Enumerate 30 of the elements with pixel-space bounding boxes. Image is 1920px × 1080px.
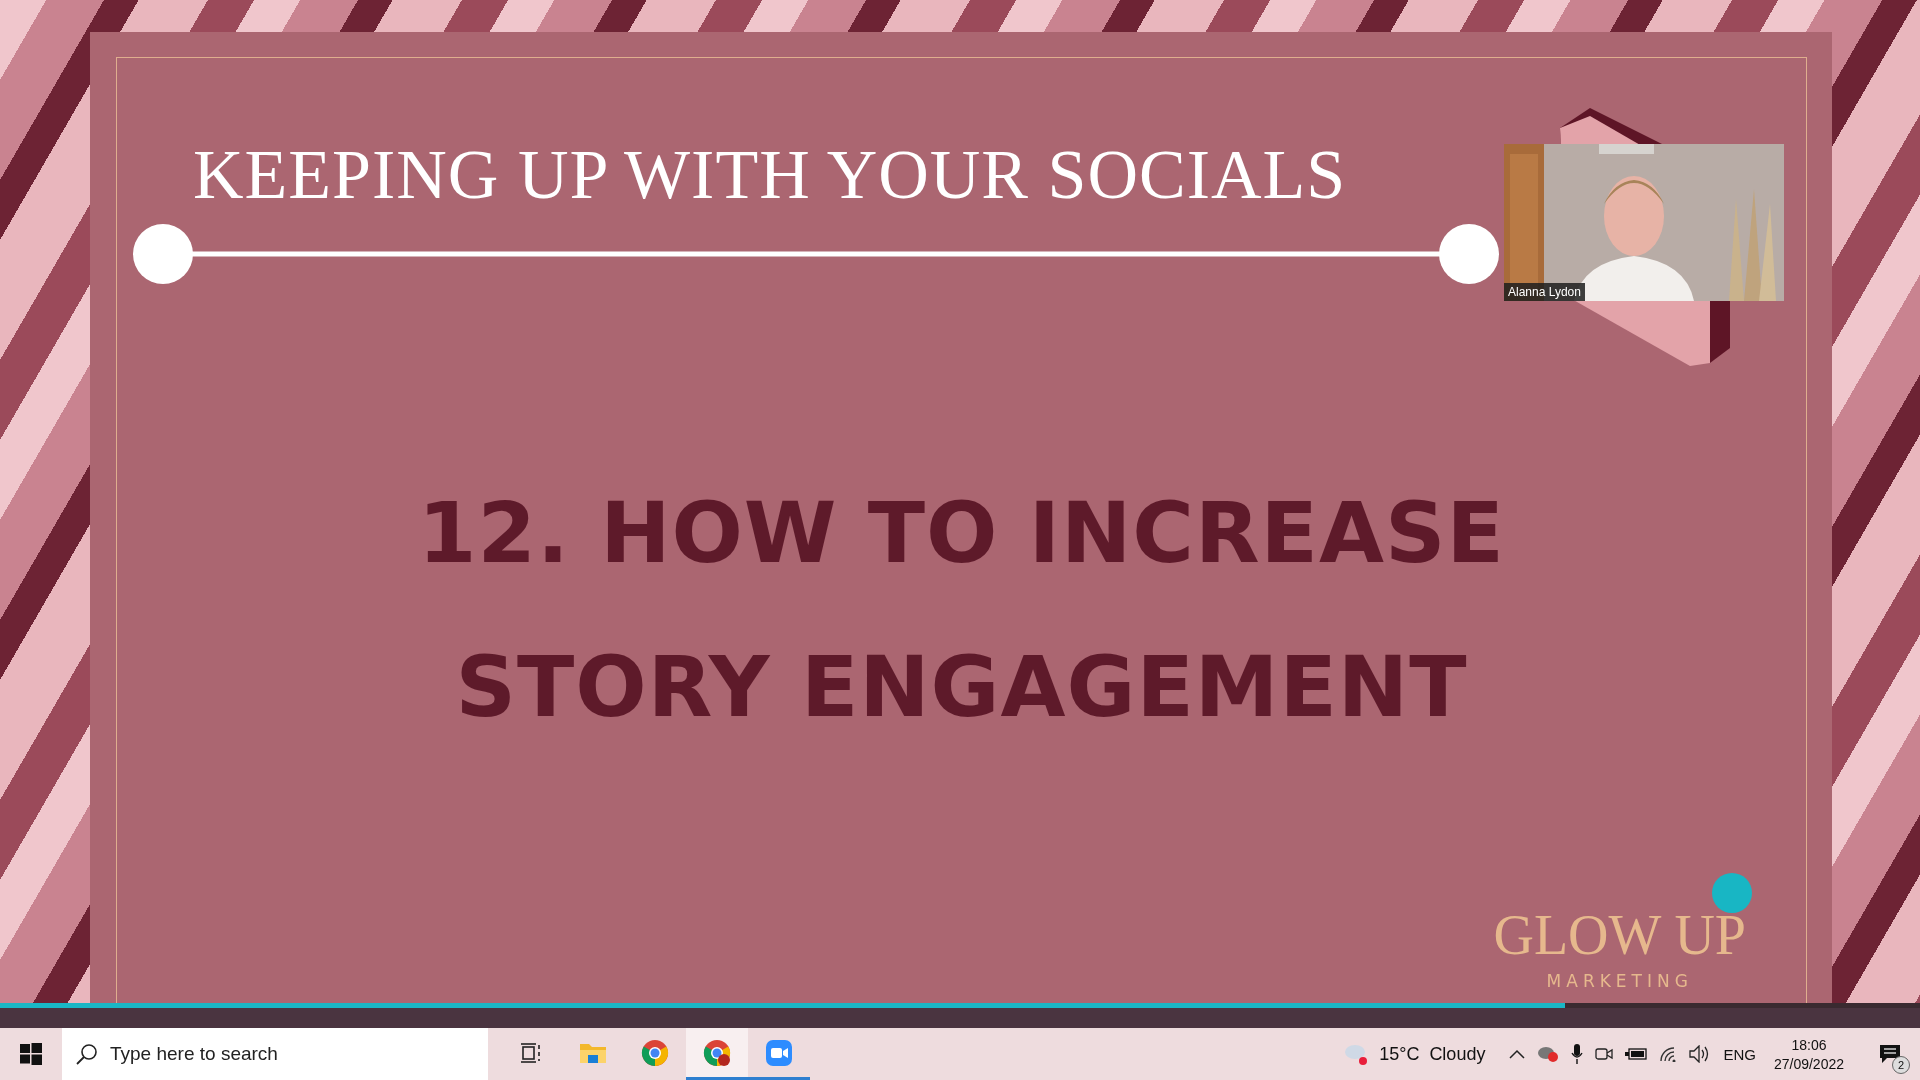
browser-icon [641, 1038, 669, 1067]
slide-heading: 12. HOW TO INCREASE [418, 491, 1505, 575]
search-icon [76, 1043, 98, 1065]
camera-icon[interactable] [1595, 1046, 1614, 1062]
microphone-icon[interactable] [1571, 1044, 1584, 1064]
weather-condition: Cloudy [1429, 1043, 1486, 1065]
logo-wordmark: GLOW UP [1493, 907, 1746, 963]
notification-count: 2 [1892, 1056, 1910, 1074]
cloud-icon [1343, 1042, 1370, 1066]
language-indicator[interactable]: ENG [1723, 1045, 1756, 1063]
browser-icon [703, 1038, 731, 1067]
clock-date[interactable]: 27/09/2022 [1773, 1055, 1844, 1072]
notification-button[interactable]: 2 [1870, 1034, 1910, 1074]
temperature: 15°C [1379, 1043, 1420, 1065]
windows-icon [20, 1043, 42, 1065]
search-field[interactable]: Type here to search [62, 1028, 488, 1080]
cursor-highlight-icon [1712, 873, 1752, 913]
cloud-error-icon[interactable] [1537, 1045, 1560, 1063]
clock-time[interactable]: 18:06 [1791, 1036, 1827, 1053]
participant-name: Alanna Lydon [1504, 283, 1585, 301]
playback-progress-bar[interactable] [0, 1003, 1920, 1008]
task-view-icon [520, 1041, 542, 1064]
slide-heading: STORY ENGAGEMENT [455, 645, 1468, 729]
logo-tagline: MARKETING [1546, 971, 1693, 991]
video-camera-icon [765, 1038, 793, 1067]
slide-title: KEEPING UP WITH YOUR SOCIALS [193, 140, 1347, 210]
wifi-icon[interactable] [1659, 1046, 1678, 1062]
taskbar-app-button[interactable] [686, 1028, 748, 1080]
battery-icon[interactable] [1625, 1048, 1648, 1060]
chevron-up-icon[interactable] [1509, 1049, 1526, 1059]
